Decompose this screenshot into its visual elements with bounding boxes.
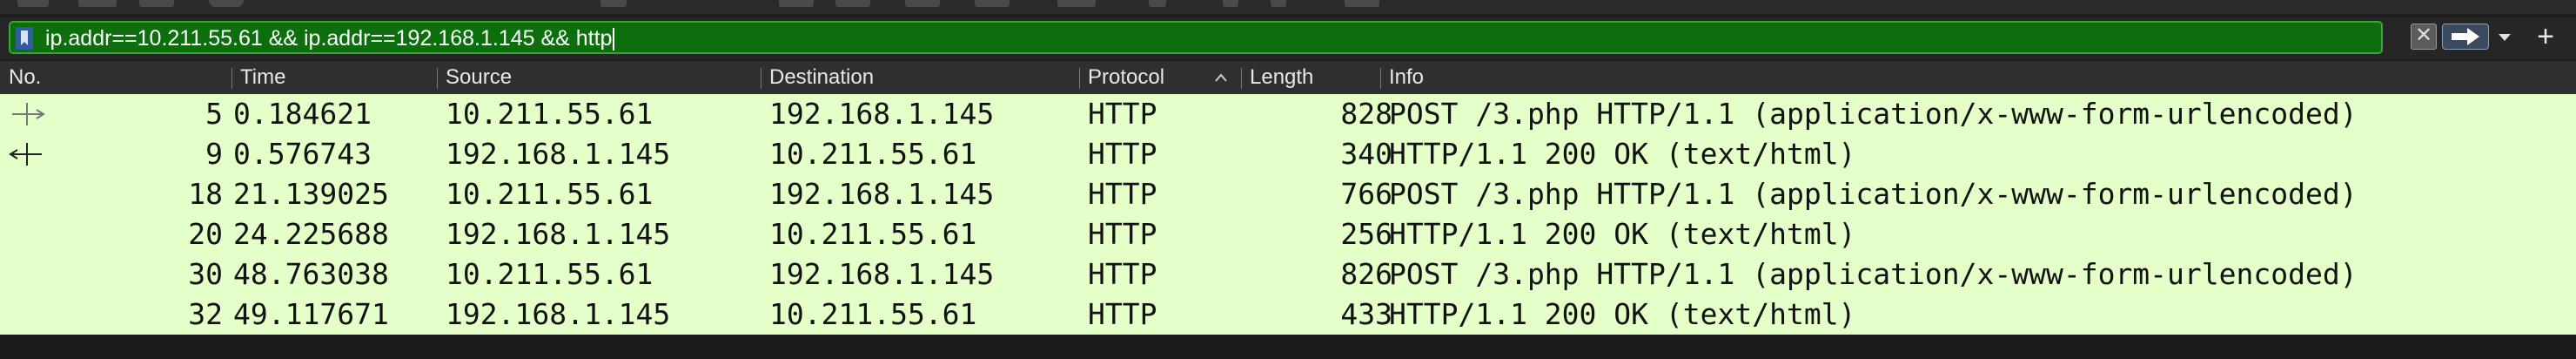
column-header-source[interactable]: Source xyxy=(437,61,761,94)
clear-filter-button[interactable]: ✕ xyxy=(2411,24,2437,50)
packet-protocol: HTTP xyxy=(1088,257,1157,291)
toolbar-button[interactable] xyxy=(779,0,814,7)
chevron-down-icon xyxy=(2499,34,2511,41)
packet-length: 828 xyxy=(1340,97,1392,131)
toolbar-button[interactable] xyxy=(209,0,244,7)
packet-time: 49.117671 xyxy=(233,297,389,331)
toolbar-button[interactable] xyxy=(835,0,870,7)
column-header-destination[interactable]: Destination xyxy=(761,61,1079,94)
packet-row[interactable]: 30 48.763038 10.211.55.61 192.168.1.145 … xyxy=(0,254,2576,295)
packet-source: 192.168.1.145 xyxy=(446,297,671,331)
toolbar-button[interactable] xyxy=(78,0,117,7)
column-header-no[interactable]: No. xyxy=(0,61,231,94)
packet-length: 766 xyxy=(1340,177,1392,211)
packet-time: 48.763038 xyxy=(233,257,389,291)
column-header-length[interactable]: Length xyxy=(1241,61,1380,94)
packet-source: 10.211.55.61 xyxy=(446,97,654,131)
packet-info: HTTP/1.1 200 OK (text/html) xyxy=(1389,217,1856,251)
main-toolbar xyxy=(0,0,2576,14)
toolbar-button[interactable] xyxy=(139,0,174,7)
packet-protocol: HTTP xyxy=(1088,177,1157,211)
packet-number: 32 xyxy=(188,297,223,331)
clear-icon: ✕ xyxy=(2414,24,2433,47)
toolbar-button[interactable] xyxy=(1345,0,1379,7)
filter-expression[interactable]: ip.addr==10.211.55.61 && ip.addr==192.16… xyxy=(45,26,615,51)
packet-protocol: HTTP xyxy=(1088,97,1157,131)
packet-protocol: HTTP xyxy=(1088,297,1157,331)
toolbar-button[interactable] xyxy=(975,0,1010,7)
packet-destination: 192.168.1.145 xyxy=(769,257,995,291)
packet-row[interactable]: 5 0.184621 10.211.55.61 192.168.1.145 HT… xyxy=(0,94,2576,134)
filter-history-dropdown[interactable] xyxy=(2494,26,2515,47)
add-filter-button[interactable]: + xyxy=(2532,20,2559,53)
packet-list-empty-area xyxy=(0,335,2576,359)
packet-info: POST /3.php HTTP/1.1 (application/x-www-… xyxy=(1389,97,2358,131)
display-filter-input[interactable]: ip.addr==10.211.55.61 && ip.addr==192.16… xyxy=(9,21,2383,54)
packet-number: 30 xyxy=(188,257,223,291)
packet-row[interactable]: 18 21.139025 10.211.55.61 192.168.1.145 … xyxy=(0,174,2576,214)
packet-destination: 10.211.55.61 xyxy=(769,297,977,331)
packet-length: 340 xyxy=(1340,137,1392,171)
bookmark-icon[interactable] xyxy=(16,27,33,50)
plus-icon: + xyxy=(2537,20,2554,53)
toolbar-button[interactable] xyxy=(905,0,940,7)
text-caret xyxy=(613,28,615,51)
packet-list[interactable]: 5 0.184621 10.211.55.61 192.168.1.145 HT… xyxy=(0,94,2576,335)
packet-info: POST /3.php HTTP/1.1 (application/x-www-… xyxy=(1389,257,2358,291)
packet-destination: 10.211.55.61 xyxy=(769,217,977,251)
packet-length: 826 xyxy=(1340,257,1392,291)
apply-filter-button[interactable] xyxy=(2442,24,2489,50)
packet-list-header: No. Time Source Destination Protocol Len… xyxy=(0,61,2576,95)
display-filter-bar: ip.addr==10.211.55.61 && ip.addr==192.16… xyxy=(0,17,2576,59)
packet-source: 10.211.55.61 xyxy=(446,177,654,211)
packet-info: HTTP/1.1 200 OK (text/html) xyxy=(1389,137,1856,171)
packet-info: POST /3.php HTTP/1.1 (application/x-www-… xyxy=(1389,177,2358,211)
packet-time: 24.225688 xyxy=(233,217,389,251)
toolbar-button[interactable] xyxy=(17,0,49,7)
packet-source: 192.168.1.145 xyxy=(446,137,671,171)
packet-length: 256 xyxy=(1340,217,1392,251)
toolbar-button[interactable] xyxy=(1223,0,1238,7)
toolbar-button[interactable] xyxy=(600,0,627,7)
column-header-time[interactable]: Time xyxy=(231,61,437,94)
packet-number: 18 xyxy=(188,177,223,211)
packet-destination: 192.168.1.145 xyxy=(769,177,995,211)
packet-time: 0.184621 xyxy=(233,97,372,131)
packet-time: 21.139025 xyxy=(233,177,389,211)
packet-destination: 10.211.55.61 xyxy=(769,137,977,171)
packet-destination: 192.168.1.145 xyxy=(769,97,995,131)
packet-protocol: HTTP xyxy=(1088,137,1157,171)
packet-row[interactable]: 32 49.117671 192.168.1.145 10.211.55.61 … xyxy=(0,295,2576,335)
packet-number: 5 xyxy=(205,97,223,131)
toolbar-button[interactable] xyxy=(1057,0,1096,7)
packet-source: 10.211.55.61 xyxy=(446,257,654,291)
packet-protocol: HTTP xyxy=(1088,217,1157,251)
toolbar-button[interactable] xyxy=(1149,0,1166,7)
packet-number: 9 xyxy=(205,137,223,171)
sort-ascending-icon xyxy=(1215,73,1227,82)
column-header-info[interactable]: Info xyxy=(1380,61,1728,94)
packet-time: 0.576743 xyxy=(233,137,372,171)
packet-info: HTTP/1.1 200 OK (text/html) xyxy=(1389,297,1856,331)
packet-length: 433 xyxy=(1340,297,1392,331)
packet-row[interactable]: 9 0.576743 192.168.1.145 10.211.55.61 HT… xyxy=(0,134,2576,174)
toolbar-button[interactable] xyxy=(1271,0,1286,7)
packet-source: 192.168.1.145 xyxy=(446,217,671,251)
packet-number: 20 xyxy=(188,217,223,251)
packet-row[interactable]: 20 24.225688 192.168.1.145 10.211.55.61 … xyxy=(0,214,2576,254)
arrow-right-icon xyxy=(2452,28,2479,45)
